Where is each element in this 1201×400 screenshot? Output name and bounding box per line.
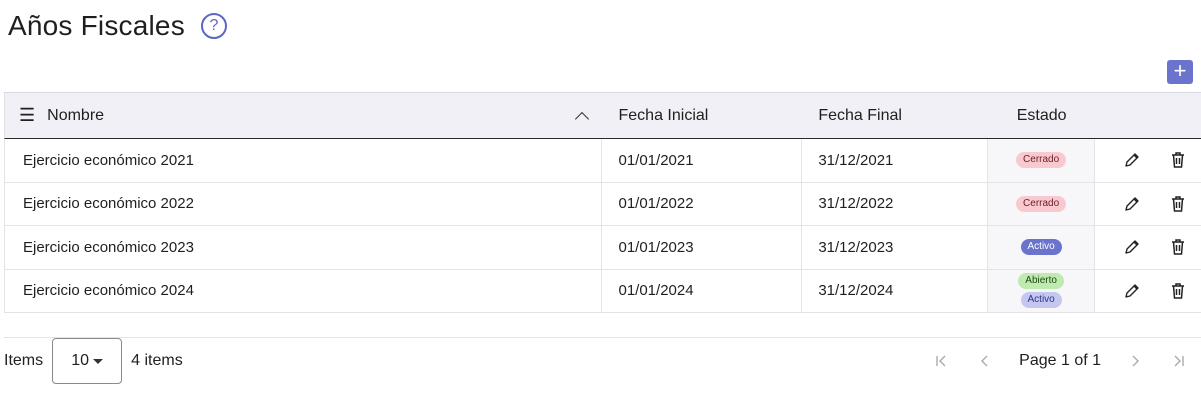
cell-estado: Abierto Activo [988, 269, 1096, 312]
cell-fecha-inicial: 01/01/2021 [602, 139, 803, 182]
cell-fecha-inicial: 01/01/2024 [602, 269, 803, 312]
cell-nombre: Ejercicio económico 2021 [5, 139, 603, 182]
cell-actions [1095, 226, 1201, 269]
status-badge: Cerrado [1016, 152, 1067, 169]
cell-fecha-final: 31/12/2024 [802, 269, 989, 312]
chevron-up-icon[interactable] [575, 109, 589, 123]
items-label: Items [4, 352, 44, 369]
cell-fecha-final: 31/12/2021 [802, 139, 989, 182]
chevron-right-icon[interactable] [1120, 346, 1150, 376]
fiscal-years-table: ☰ Nombre Fecha Inicial Fecha Final Estad… [4, 92, 1201, 313]
cell-fecha-final: 31/12/2022 [802, 182, 989, 225]
status-badge: Cerrado [1016, 195, 1067, 212]
items-count: 4 items [131, 352, 183, 369]
column-label: Fecha Final [818, 106, 902, 124]
last-page-icon[interactable] [1164, 346, 1194, 376]
pencil-icon[interactable] [1122, 281, 1142, 301]
page-size-value: 10 [71, 352, 90, 369]
table-row[interactable]: Ejercicio económico 2023 01/01/2023 31/12/… [4, 226, 1201, 270]
cell-estado: Activo [988, 226, 1096, 269]
page-size-select[interactable]: 10 [52, 338, 123, 384]
table-row[interactable]: Ejercicio económico 2022 01/01/2022 31/12/… [4, 182, 1201, 226]
pagination-bar: Items 10 4 items Page 1 of 1 [4, 337, 1201, 384]
hamburger-menu-icon[interactable]: ☰ [19, 105, 35, 126]
cell-nombre: Ejercicio económico 2024 [5, 269, 603, 312]
table-row[interactable]: Ejercicio económico 2024 01/01/2024 31/12/… [4, 269, 1201, 313]
cell-estado: Cerrado [988, 139, 1096, 182]
caret-down-icon [93, 358, 104, 364]
cell-actions [1095, 270, 1201, 313]
cell-fecha-inicial: 01/01/2023 [602, 226, 803, 269]
pencil-icon[interactable] [1122, 237, 1142, 257]
trash-icon[interactable] [1168, 150, 1188, 170]
table-row[interactable]: Ejercicio económico 2021 01/01/2021 31/12/… [4, 139, 1201, 183]
column-header-estado[interactable]: Estado [988, 93, 1095, 138]
column-header-fecha-final[interactable]: Fecha Final [802, 93, 988, 138]
trash-icon[interactable] [1168, 237, 1188, 257]
cell-actions [1095, 139, 1201, 182]
cell-fecha-inicial: 01/01/2022 [602, 182, 803, 225]
cell-nombre: Ejercicio económico 2023 [5, 226, 603, 269]
column-label: Fecha Inicial [618, 106, 709, 124]
page-indicator: Page 1 of 1 [1019, 352, 1101, 369]
status-badge: Activo [1020, 239, 1062, 256]
column-label: Estado [1016, 106, 1067, 124]
column-header-nombre[interactable]: ☰ Nombre [5, 93, 603, 138]
pencil-icon[interactable] [1122, 194, 1142, 214]
trash-icon[interactable] [1168, 194, 1188, 214]
first-page-icon[interactable] [926, 346, 956, 376]
page-header: Años Fiscales ? [8, 6, 227, 46]
column-label: Nombre [47, 106, 105, 124]
cell-actions [1095, 183, 1201, 226]
status-badge: Abierto [1018, 273, 1064, 290]
pencil-icon[interactable] [1122, 150, 1142, 170]
page-title: Años Fiscales [8, 10, 185, 41]
cell-nombre: Ejercicio económico 2022 [5, 182, 603, 225]
cell-fecha-final: 31/12/2023 [802, 226, 989, 269]
question-circle-icon[interactable]: ? [200, 13, 227, 39]
add-button[interactable]: + [1167, 60, 1193, 84]
chevron-left-icon[interactable] [970, 346, 1000, 376]
table-body: Ejercicio económico 2021 01/01/2021 31/12/… [4, 139, 1201, 313]
table-header: ☰ Nombre Fecha Inicial Fecha Final Estad… [4, 93, 1201, 139]
cell-estado: Cerrado [988, 182, 1096, 225]
column-header-actions [1095, 93, 1201, 138]
column-header-fecha-inicial[interactable]: Fecha Inicial [603, 93, 803, 138]
status-badge: Activo [1020, 292, 1062, 309]
trash-icon[interactable] [1168, 281, 1188, 301]
